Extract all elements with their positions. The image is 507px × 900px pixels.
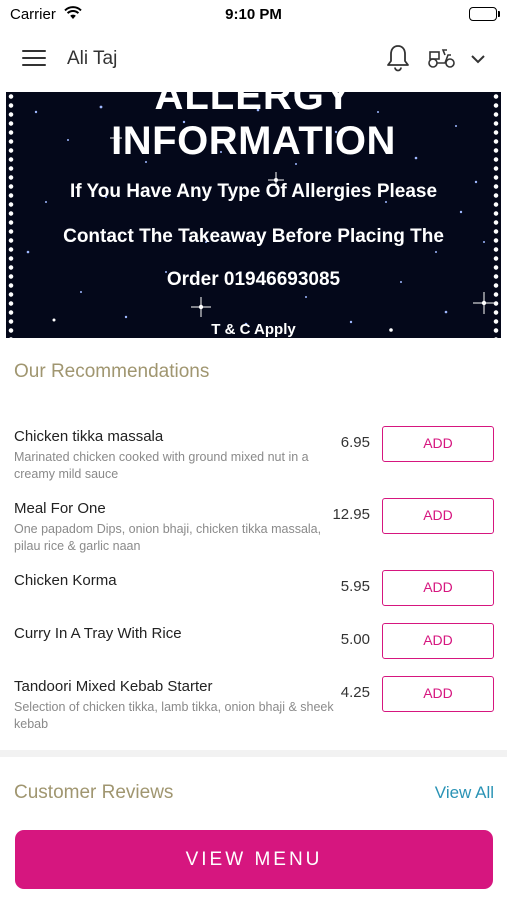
menu-item-description: Marinated chicken cooked with ground mix…: [14, 450, 309, 481]
menu-item-name: Meal For One: [14, 500, 106, 517]
menu-item-price: 6.95: [340, 434, 370, 451]
add-button[interactable]: ADD: [382, 676, 494, 712]
banner-text-line3: Order 01946693085: [166, 269, 341, 290]
menu-item-name: Tandoori Mixed Kebab Starter: [14, 678, 213, 695]
view-menu-button[interactable]: VIEW MENU: [15, 830, 493, 889]
menu-item-name: Chicken Korma: [14, 572, 117, 589]
banner-heading-line1: ALLERGY: [154, 92, 353, 118]
banner-heading-line2: INFORMATION: [111, 119, 396, 163]
add-button[interactable]: ADD: [382, 426, 494, 462]
banner-text-line1: If You Have Any Type Of Allergies Please: [69, 181, 438, 202]
menu-item-name: Chicken tikka massala: [14, 428, 164, 445]
reviews-title: Customer Reviews: [14, 782, 174, 803]
bell-icon[interactable]: [386, 44, 410, 77]
menu-item-description: Selection of chicken tikka, lamb tikka, …: [14, 700, 334, 731]
add-button[interactable]: ADD: [382, 623, 494, 659]
recommendations-title: Our Recommendations: [14, 361, 210, 382]
chevron-down-icon[interactable]: [470, 52, 486, 70]
banner-terms: T & C Apply: [211, 321, 296, 338]
section-divider: [0, 750, 507, 757]
menu-item-price: 5.00: [340, 631, 370, 648]
menu-item-price: 4.25: [340, 684, 370, 701]
scooter-icon[interactable]: [427, 47, 457, 74]
menu-item-price: 12.95: [332, 506, 370, 523]
add-button[interactable]: ADD: [382, 570, 494, 606]
app-header: Ali Taj: [0, 30, 507, 88]
view-all-reviews-link[interactable]: View All: [435, 783, 494, 803]
status-bar: Carrier 9:10 PM: [0, 0, 507, 28]
clock: 9:10 PM: [225, 6, 282, 23]
allergy-banner[interactable]: ALLERGY INFORMATION If You Have Any Type…: [6, 92, 501, 338]
banner-text-line2: Contact The Takeaway Before Placing The: [63, 226, 444, 247]
add-button[interactable]: ADD: [382, 498, 494, 534]
menu-item-description: One papadom Dips, onion bhaji, chicken t…: [14, 522, 322, 553]
menu-item-name: Curry In A Tray With Rice: [14, 625, 182, 642]
battery-icon: [469, 7, 500, 21]
menu-item-price: 5.95: [340, 578, 370, 595]
restaurant-title: Ali Taj: [67, 48, 118, 69]
hamburger-icon[interactable]: [22, 50, 46, 68]
